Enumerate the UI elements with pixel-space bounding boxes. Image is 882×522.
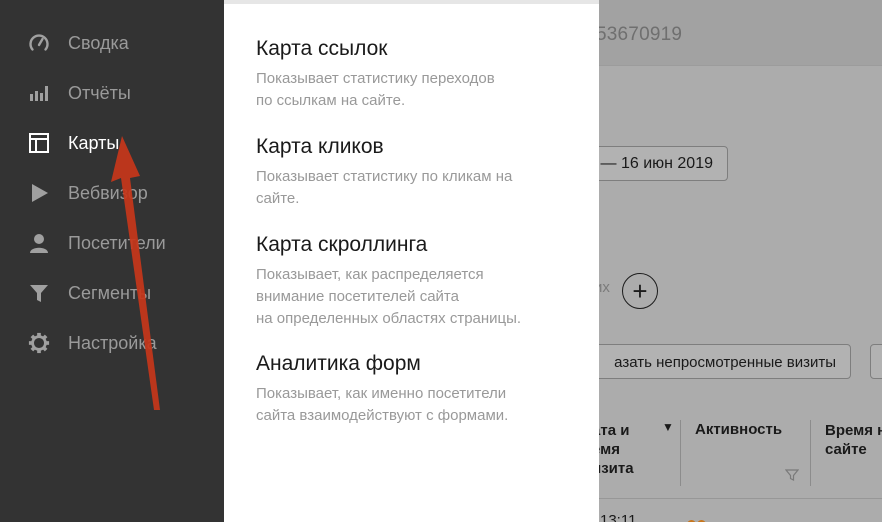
column-divider <box>680 420 681 486</box>
sort-desc-icon[interactable]: ▼ <box>662 420 674 434</box>
sidebar: Сводка Отчёты Карты Вебвизор Посетители … <box>0 0 224 522</box>
play-icon <box>28 182 50 204</box>
sidebar-item-label: Сегменты <box>68 282 152 303</box>
map-layout-icon <box>28 132 50 154</box>
sidebar-item-reports[interactable]: Отчёты <box>0 72 224 114</box>
menu-item-title[interactable]: Карта кликов <box>256 134 586 160</box>
sidebar-item-label: Вебвизор <box>68 182 148 203</box>
sidebar-item-webvisor[interactable]: Вебвизор <box>0 172 224 214</box>
dashboard-icon <box>28 32 50 54</box>
menu-item-title[interactable]: Карта ссылок <box>256 36 586 62</box>
sidebar-item-summary[interactable]: Сводка <box>0 22 224 64</box>
sidebar-item-label: Отчёты <box>68 82 131 103</box>
sidebar-item-visitors[interactable]: Посетители <box>0 222 224 264</box>
column-divider <box>810 420 811 486</box>
sidebar-item-label: Посетители <box>68 232 166 253</box>
activity-dots-icon <box>687 516 707 522</box>
menu-item-title[interactable]: Карта скроллинга <box>256 232 586 258</box>
menu-item-description: Показывает статистику переходов по ссылк… <box>256 70 495 109</box>
sidebar-item-label: Карты <box>68 132 120 153</box>
date-range-label: — 16 июн 2019 <box>600 155 714 172</box>
sidebar-item-label: Сводка <box>68 32 129 53</box>
gear-icon <box>28 332 50 354</box>
table-row-time: 13:11 <box>600 512 637 522</box>
sidebar-item-label: Настройка <box>68 332 157 353</box>
add-segment-button[interactable]: + <box>622 273 658 309</box>
menu-item-scroll-map[interactable]: Карта скроллинга Показывает, как распред… <box>256 232 586 330</box>
bar-chart-icon <box>28 82 50 104</box>
filter-icon <box>28 282 50 304</box>
counter-id: 53670919 <box>596 24 683 45</box>
person-icon <box>28 232 50 254</box>
menu-item-description: Показывает статистику по кликам на сайте… <box>256 168 513 207</box>
column-filter-icon[interactable] <box>785 468 799 482</box>
menu-item-title[interactable]: Аналитика форм <box>256 351 586 377</box>
secondary-filter-button[interactable] <box>870 344 882 379</box>
show-unviewed-visits-label: азать непросмотренные визиты <box>614 354 836 371</box>
column-header-activity[interactable]: Активность <box>695 421 782 438</box>
menu-item-description: Показывает, как именно посетители сайта … <box>256 385 509 424</box>
app-root: 53670919 — 16 июн 2019 их + азать непрос… <box>0 0 882 522</box>
sidebar-item-segments[interactable]: Сегменты <box>0 272 224 314</box>
menu-item-link-map[interactable]: Карта ссылок Показывает статистику перех… <box>256 36 586 112</box>
show-unviewed-visits-button[interactable]: азать непросмотренные визиты <box>560 344 851 379</box>
menu-item-description: Показывает, как распределяется внимание … <box>256 266 522 327</box>
column-header-time-on-site[interactable]: Время н сайте <box>825 421 882 459</box>
sidebar-item-maps[interactable]: Карты <box>0 122 224 164</box>
menu-item-click-map[interactable]: Карта кликов Показывает статистику по кл… <box>256 134 586 210</box>
sidebar-item-settings[interactable]: Настройка <box>0 322 224 364</box>
maps-dropdown-panel: Карта ссылок Показывает статистику перех… <box>224 0 599 522</box>
menu-item-form-analytics[interactable]: Аналитика форм Показывает, как именно по… <box>256 351 586 427</box>
plus-icon: + <box>632 276 648 306</box>
